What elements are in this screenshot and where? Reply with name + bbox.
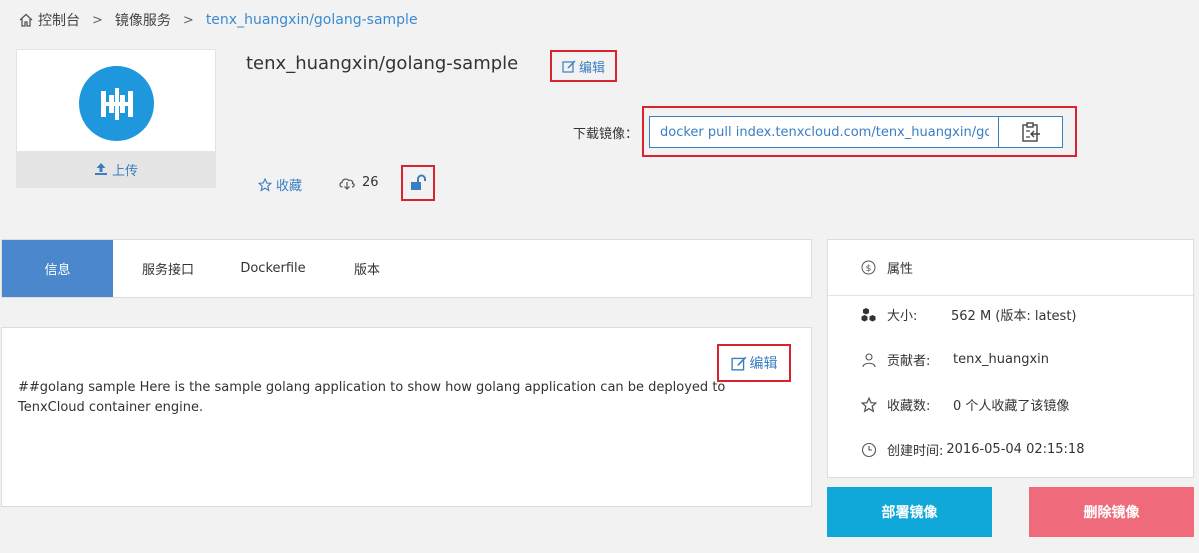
properties-title: 属性 bbox=[887, 262, 914, 277]
edit-icon bbox=[562, 60, 576, 73]
dollar-circle-icon: $ bbox=[861, 260, 876, 275]
breadcrumb-home[interactable]: 控制台 bbox=[38, 10, 80, 30]
pull-command-input[interactable] bbox=[649, 116, 999, 148]
tab-service-ports[interactable]: 服务接口 bbox=[113, 240, 223, 297]
star-icon bbox=[258, 177, 272, 192]
clock-icon bbox=[861, 442, 877, 457]
breadcrumb-section[interactable]: 镜像服务 bbox=[115, 10, 171, 30]
upload-label: 上传 bbox=[111, 163, 138, 179]
property-favorites-value: 0 个人收藏了该镜像 bbox=[953, 399, 1070, 414]
property-contributor-value: tenx_huangxin bbox=[953, 352, 1050, 367]
delete-image-button[interactable]: 删除镜像 bbox=[1029, 487, 1194, 537]
unlock-icon bbox=[411, 174, 426, 190]
property-size-value: 562 M (版本: latest) bbox=[951, 309, 1077, 324]
edit-description-button[interactable]: 编辑 bbox=[717, 344, 791, 382]
description-panel: 编辑 ##golang sample Here is the sample go… bbox=[1, 327, 812, 507]
properties-header: $ 属性 bbox=[828, 240, 1193, 296]
download-count-value: 26 bbox=[362, 175, 379, 190]
image-title: tenx_huangxin/golang-sample bbox=[246, 53, 519, 74]
property-contributor: 贡献者: tenx_huangxin bbox=[861, 350, 1049, 369]
cubes-icon bbox=[861, 307, 876, 321]
svg-text:$: $ bbox=[866, 264, 872, 274]
breadcrumb: 控制台 > 镜像服务 > tenx_huangxin/golang-sample bbox=[18, 10, 418, 30]
property-favorites-label: 收藏数: bbox=[887, 399, 931, 414]
deploy-image-button[interactable]: 部署镜像 bbox=[827, 487, 992, 537]
property-size: 大小: 562 M (版本: latest) bbox=[861, 305, 1077, 324]
edit-label: 编辑 bbox=[578, 60, 605, 76]
favorite-button[interactable]: 收藏 bbox=[258, 175, 302, 194]
property-size-label: 大小: bbox=[887, 309, 918, 324]
chevron-right-icon: > bbox=[182, 12, 194, 28]
pull-label: 下载镜像： bbox=[573, 127, 639, 142]
user-icon bbox=[862, 352, 876, 367]
download-count: 26 bbox=[338, 175, 379, 190]
pull-command-group bbox=[642, 106, 1077, 157]
clipboard-icon bbox=[1021, 122, 1040, 142]
property-favorites: 收藏数: 0 个人收藏了该镜像 bbox=[861, 395, 1069, 414]
visibility-toggle[interactable] bbox=[401, 165, 435, 201]
golang-logo-icon bbox=[79, 66, 154, 141]
favorite-label: 收藏 bbox=[276, 179, 303, 194]
property-created: 创建时间: 2016-05-04 02:15:18 bbox=[861, 440, 1084, 459]
chevron-right-icon: > bbox=[92, 12, 103, 28]
tab-versions[interactable]: 版本 bbox=[323, 240, 411, 297]
upload-button[interactable]: 上传 bbox=[17, 151, 215, 187]
breadcrumb-current: tenx_huangxin/golang-sample bbox=[205, 12, 418, 28]
home-icon[interactable] bbox=[18, 12, 34, 28]
property-contributor-label: 贡献者: bbox=[887, 354, 931, 369]
edit-description-label: 编辑 bbox=[749, 356, 778, 372]
cloud-download-icon bbox=[339, 178, 355, 190]
properties-panel: $ 属性 大小: 562 M (版本: latest) 贡献者: tenx_hu… bbox=[827, 239, 1194, 478]
edit-icon bbox=[730, 356, 746, 371]
upload-icon bbox=[94, 163, 107, 175]
description-text: ##golang sample Here is the sample golan… bbox=[18, 380, 726, 415]
tab-bar: 信息 服务接口 Dockerfile 版本 bbox=[1, 239, 812, 298]
copy-button[interactable] bbox=[998, 116, 1063, 148]
image-logo-card: 上传 bbox=[16, 49, 216, 188]
edit-image-button[interactable]: 编辑 bbox=[550, 50, 617, 82]
property-created-value: 2016-05-04 02:15:18 bbox=[946, 442, 1085, 457]
tab-dockerfile[interactable]: Dockerfile bbox=[223, 240, 323, 297]
star-icon bbox=[861, 396, 877, 413]
tab-info[interactable]: 信息 bbox=[2, 240, 113, 297]
property-created-label: 创建时间: bbox=[887, 444, 944, 459]
